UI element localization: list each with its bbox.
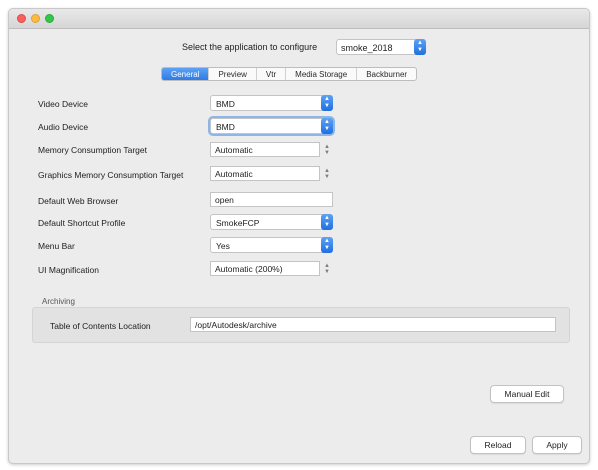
audio-device-value: BMD	[216, 122, 235, 132]
tab-backburner[interactable]: Backburner	[357, 68, 416, 80]
web-browser-field[interactable]	[210, 192, 333, 207]
graphics-memory-target-label: Graphics Memory Consumption Target	[38, 170, 184, 180]
zoom-window-icon[interactable]	[45, 14, 54, 23]
app-select-value: smoke_2018	[341, 43, 393, 53]
updown-arrows-icon: ▲ ▼	[321, 95, 333, 111]
toc-location-field[interactable]	[190, 317, 556, 332]
memory-target-stepper[interactable]: ▲ ▼	[322, 142, 332, 158]
title-bar	[9, 9, 589, 29]
shortcut-profile-label: Default Shortcut Profile	[38, 218, 126, 228]
shortcut-profile-popup[interactable]: SmokeFCP ▲ ▼	[210, 214, 333, 230]
close-window-icon[interactable]	[17, 14, 26, 23]
ui-magnification-input[interactable]	[211, 262, 319, 275]
graphics-memory-target-stepper[interactable]: ▲ ▼	[322, 166, 332, 182]
memory-target-label: Memory Consumption Target	[38, 145, 147, 155]
ui-magnification-field[interactable]	[210, 261, 320, 276]
audio-device-popup[interactable]: BMD ▲ ▼	[210, 118, 333, 134]
menu-bar-value: Yes	[216, 241, 230, 251]
web-browser-input[interactable]	[211, 193, 332, 206]
minimize-window-icon[interactable]	[31, 14, 40, 23]
updown-arrows-icon: ▲ ▼	[321, 237, 333, 253]
graphics-memory-target-input[interactable]	[211, 167, 319, 180]
shortcut-profile-value: SmokeFCP	[216, 218, 260, 228]
tab-preview[interactable]: Preview	[209, 68, 257, 80]
app-select-popup[interactable]: smoke_2018 ▲ ▼	[336, 39, 426, 55]
menu-bar-label: Menu Bar	[38, 241, 75, 251]
memory-target-input[interactable]	[211, 143, 319, 156]
ui-magnification-stepper[interactable]: ▲ ▼	[322, 261, 332, 277]
reload-button[interactable]: Reload	[470, 436, 526, 454]
video-device-value: BMD	[216, 99, 235, 109]
tab-general[interactable]: General	[162, 68, 210, 80]
tab-vtr[interactable]: Vtr	[257, 68, 287, 80]
manual-edit-button[interactable]: Manual Edit	[490, 385, 564, 403]
updown-arrows-icon: ▲ ▼	[321, 214, 333, 230]
video-device-label: Video Device	[38, 99, 88, 109]
tab-media-storage[interactable]: Media Storage	[286, 68, 358, 80]
web-browser-label: Default Web Browser	[38, 196, 119, 206]
updown-arrows-icon: ▲ ▼	[414, 39, 426, 55]
toc-location-label: Table of Contents Location	[50, 321, 151, 331]
memory-target-field[interactable]	[210, 142, 320, 157]
tab-bar: General Preview Vtr Media Storage Backbu…	[161, 67, 418, 81]
graphics-memory-target-field[interactable]	[210, 166, 320, 181]
apply-button[interactable]: Apply	[532, 436, 582, 454]
app-select-label: Select the application to configure	[182, 42, 318, 52]
toc-location-input[interactable]	[191, 318, 555, 331]
menu-bar-popup[interactable]: Yes ▲ ▼	[210, 237, 333, 253]
archiving-section-label: Archiving	[42, 297, 75, 306]
audio-device-label: Audio Device	[38, 122, 89, 132]
video-device-popup[interactable]: BMD ▲ ▼	[210, 95, 333, 111]
updown-arrows-icon: ▲ ▼	[321, 118, 333, 134]
ui-magnification-label: UI Magnification	[38, 265, 99, 275]
